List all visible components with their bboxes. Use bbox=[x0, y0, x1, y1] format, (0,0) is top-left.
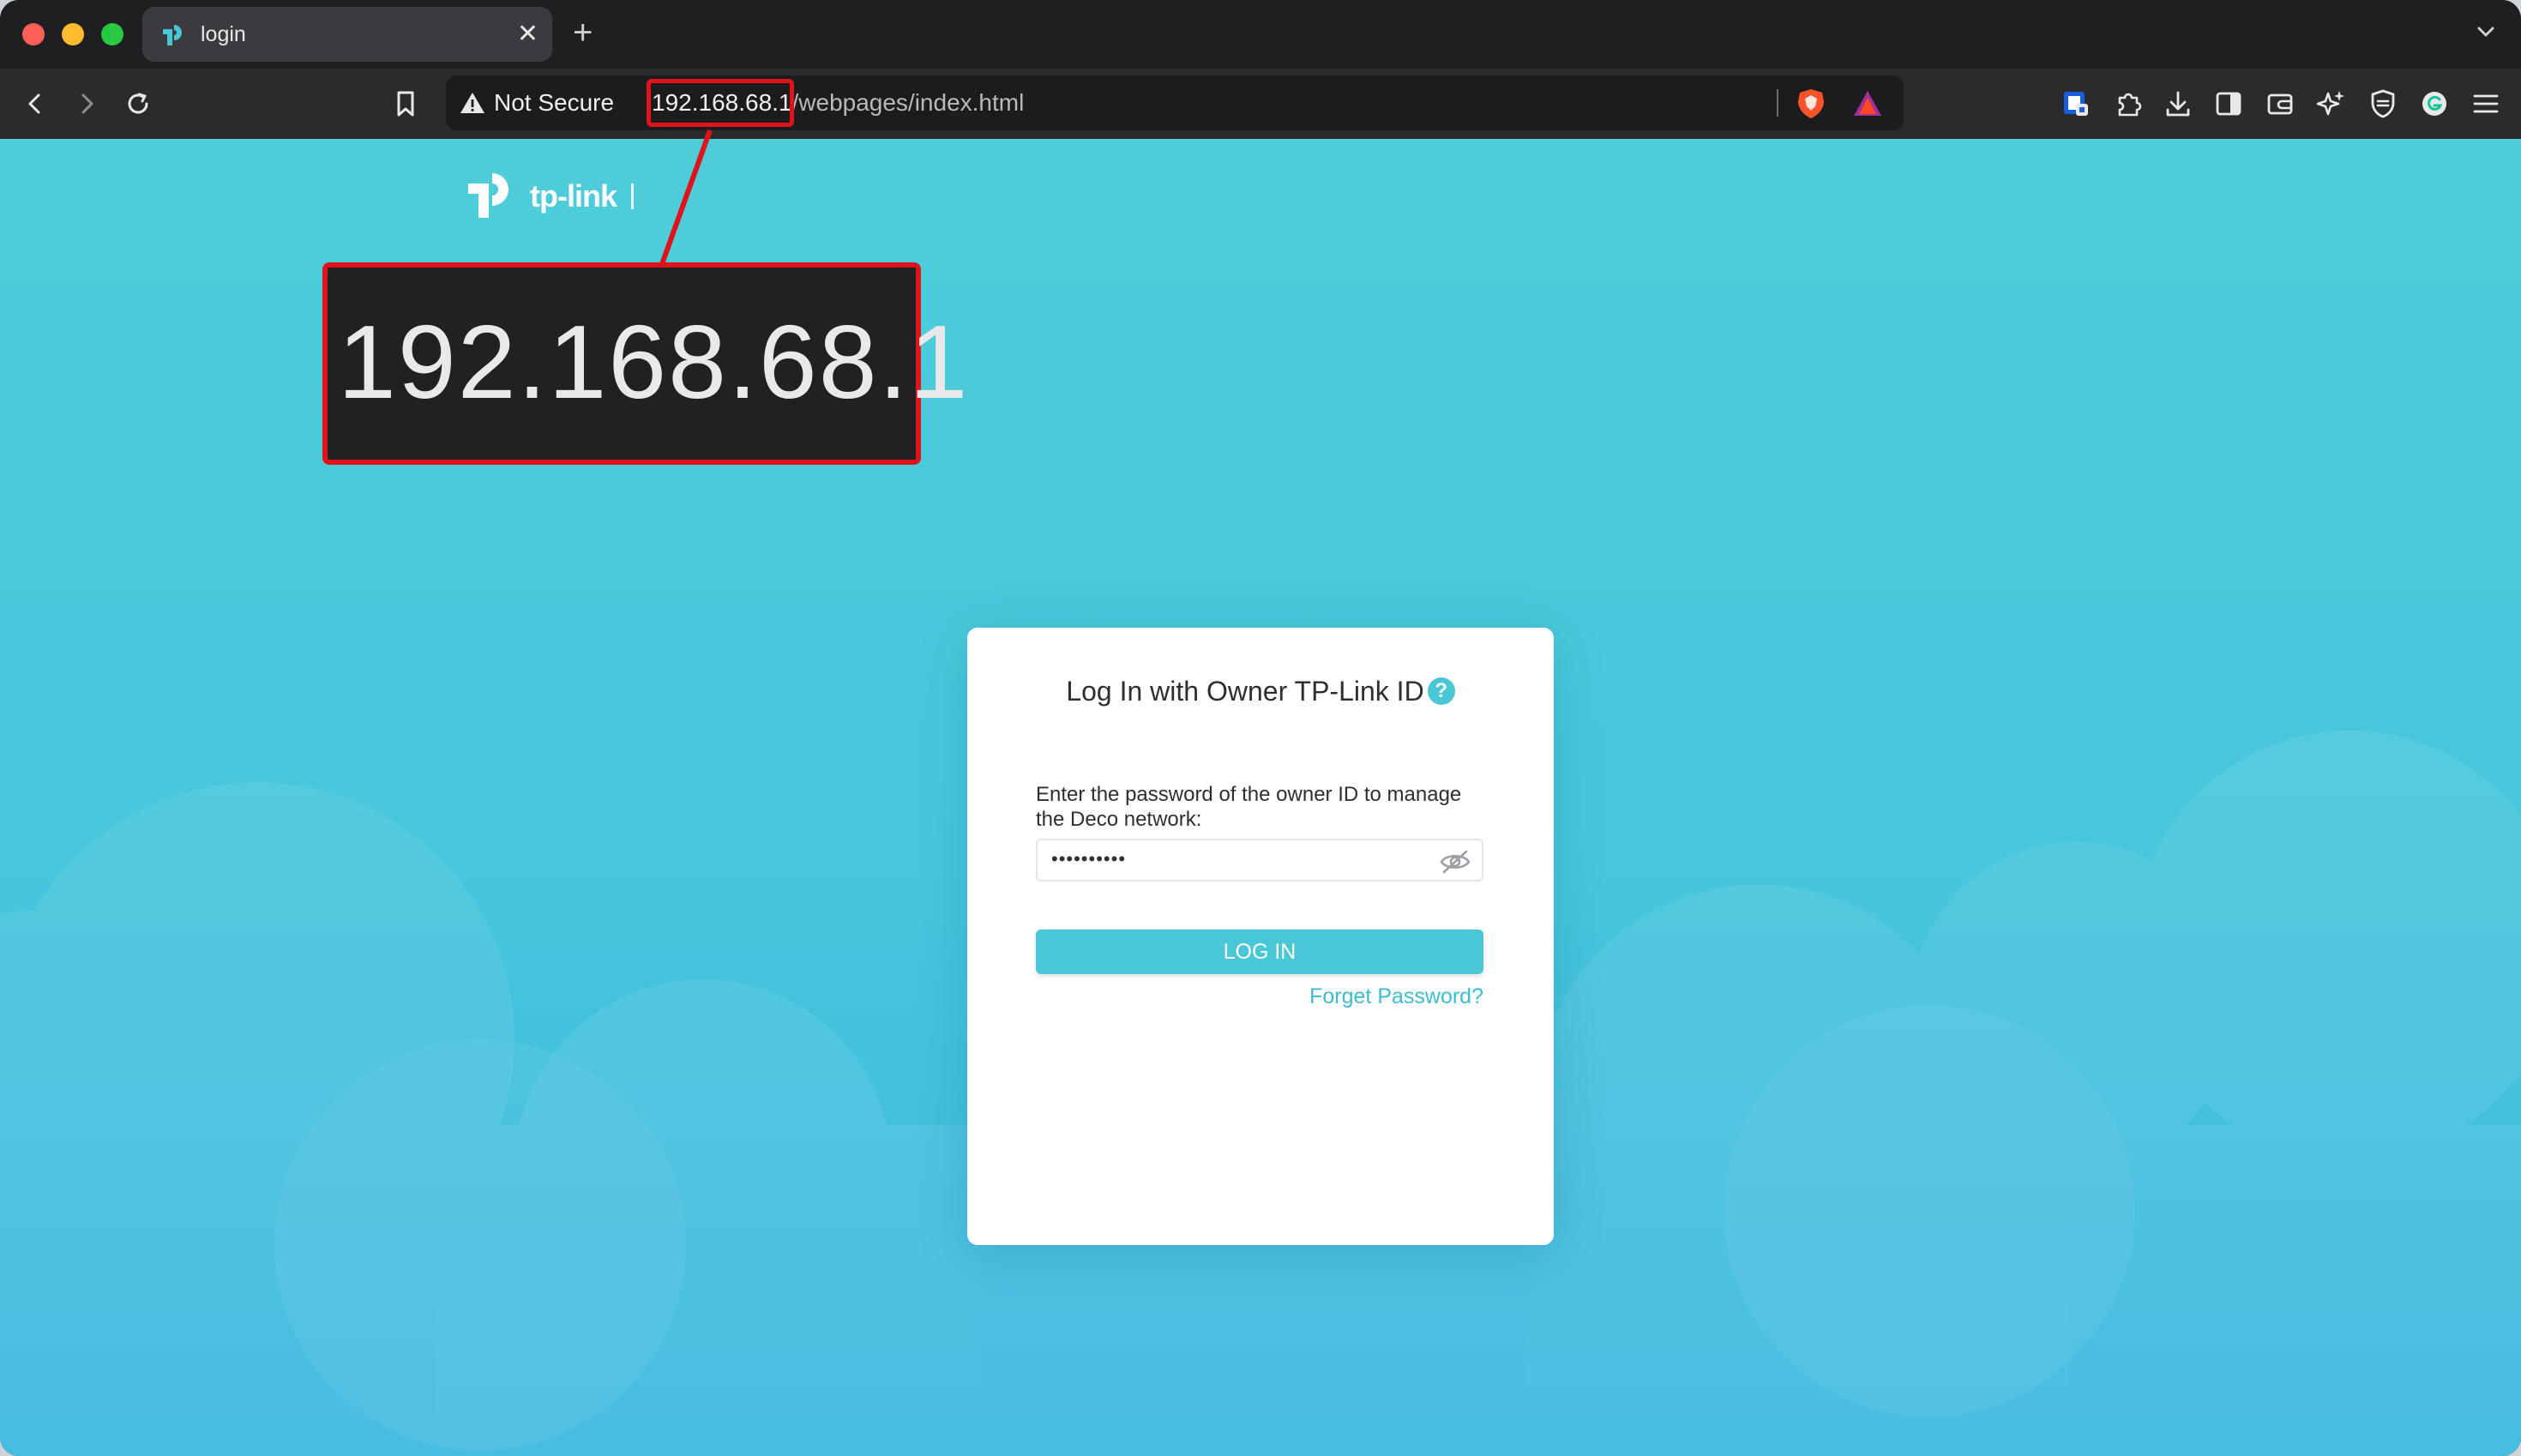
tab-close-icon[interactable]: ✕ bbox=[517, 17, 538, 51]
url-path: /webpages/index.html bbox=[791, 89, 1025, 116]
hide-password-eye-icon[interactable] bbox=[1439, 849, 1471, 875]
security-label[interactable]: Not Secure bbox=[494, 89, 614, 117]
address-separator bbox=[1777, 89, 1778, 117]
tab-list-chevron-icon[interactable] bbox=[2473, 19, 2499, 45]
tp-link-icon bbox=[163, 25, 182, 45]
password-instruction: Enter the password of the owner ID to ma… bbox=[1036, 783, 1462, 831]
menu-icon[interactable] bbox=[2468, 86, 2504, 122]
browser-window: login ✕ + Not Secure 192.168.68.1/webpag… bbox=[0, 0, 2521, 1456]
logo-divider bbox=[631, 184, 634, 209]
reload-icon[interactable] bbox=[120, 86, 156, 122]
leo-ai-icon[interactable] bbox=[2313, 86, 2350, 122]
window-minimize-button[interactable] bbox=[62, 23, 84, 45]
password-value: •••••••••• bbox=[1051, 848, 1127, 869]
login-title-text: Log In with Owner TP-Link ID bbox=[1066, 676, 1424, 707]
vpn-icon[interactable] bbox=[2365, 86, 2401, 122]
url-highlight-box bbox=[647, 79, 794, 127]
callout-ip-text: 192.168.68.1 bbox=[338, 304, 970, 420]
login-card: Log In with Owner TP-Link ID? Enter the … bbox=[967, 628, 1554, 1245]
warning-icon bbox=[460, 93, 484, 113]
help-icon[interactable]: ? bbox=[1427, 677, 1455, 705]
address-bar[interactable]: Not Secure 192.168.68.1/webpages/index.h… bbox=[446, 75, 1904, 130]
window-close-button[interactable] bbox=[22, 23, 45, 45]
password-input[interactable]: •••••••••• bbox=[1036, 839, 1483, 881]
wallet-icon[interactable] bbox=[2262, 86, 2298, 122]
forward-icon[interactable] bbox=[69, 86, 105, 122]
brave-rewards-icon[interactable] bbox=[1852, 89, 1883, 118]
forget-password-link[interactable]: Forget Password? bbox=[1309, 984, 1483, 1009]
download-icon[interactable] bbox=[2160, 86, 2196, 122]
tp-link-logo-text: tp-link bbox=[530, 178, 617, 214]
ip-zoom-callout: 192.168.68.1 bbox=[322, 262, 967, 465]
browser-toolbar: Not Secure 192.168.68.1/webpages/index.h… bbox=[0, 69, 2521, 139]
window-maximize-button[interactable] bbox=[101, 23, 123, 45]
extensions-icon[interactable] bbox=[2109, 86, 2145, 122]
new-tab-button[interactable]: + bbox=[573, 14, 593, 51]
tab-title: login bbox=[201, 22, 246, 46]
bookmark-icon[interactable] bbox=[388, 86, 424, 122]
back-icon[interactable] bbox=[17, 86, 53, 122]
browser-tab[interactable]: login ✕ bbox=[142, 7, 552, 62]
grammarly-icon[interactable] bbox=[2416, 86, 2452, 122]
brave-shields-icon[interactable] bbox=[1796, 87, 1826, 120]
bitwarden-icon[interactable] bbox=[2058, 86, 2094, 122]
tab-strip: login ✕ + bbox=[0, 0, 2521, 69]
sidebar-icon[interactable] bbox=[2211, 86, 2247, 122]
login-title: Log In with Owner TP-Link ID? bbox=[967, 676, 1554, 707]
login-button[interactable]: LOG IN bbox=[1036, 930, 1483, 974]
